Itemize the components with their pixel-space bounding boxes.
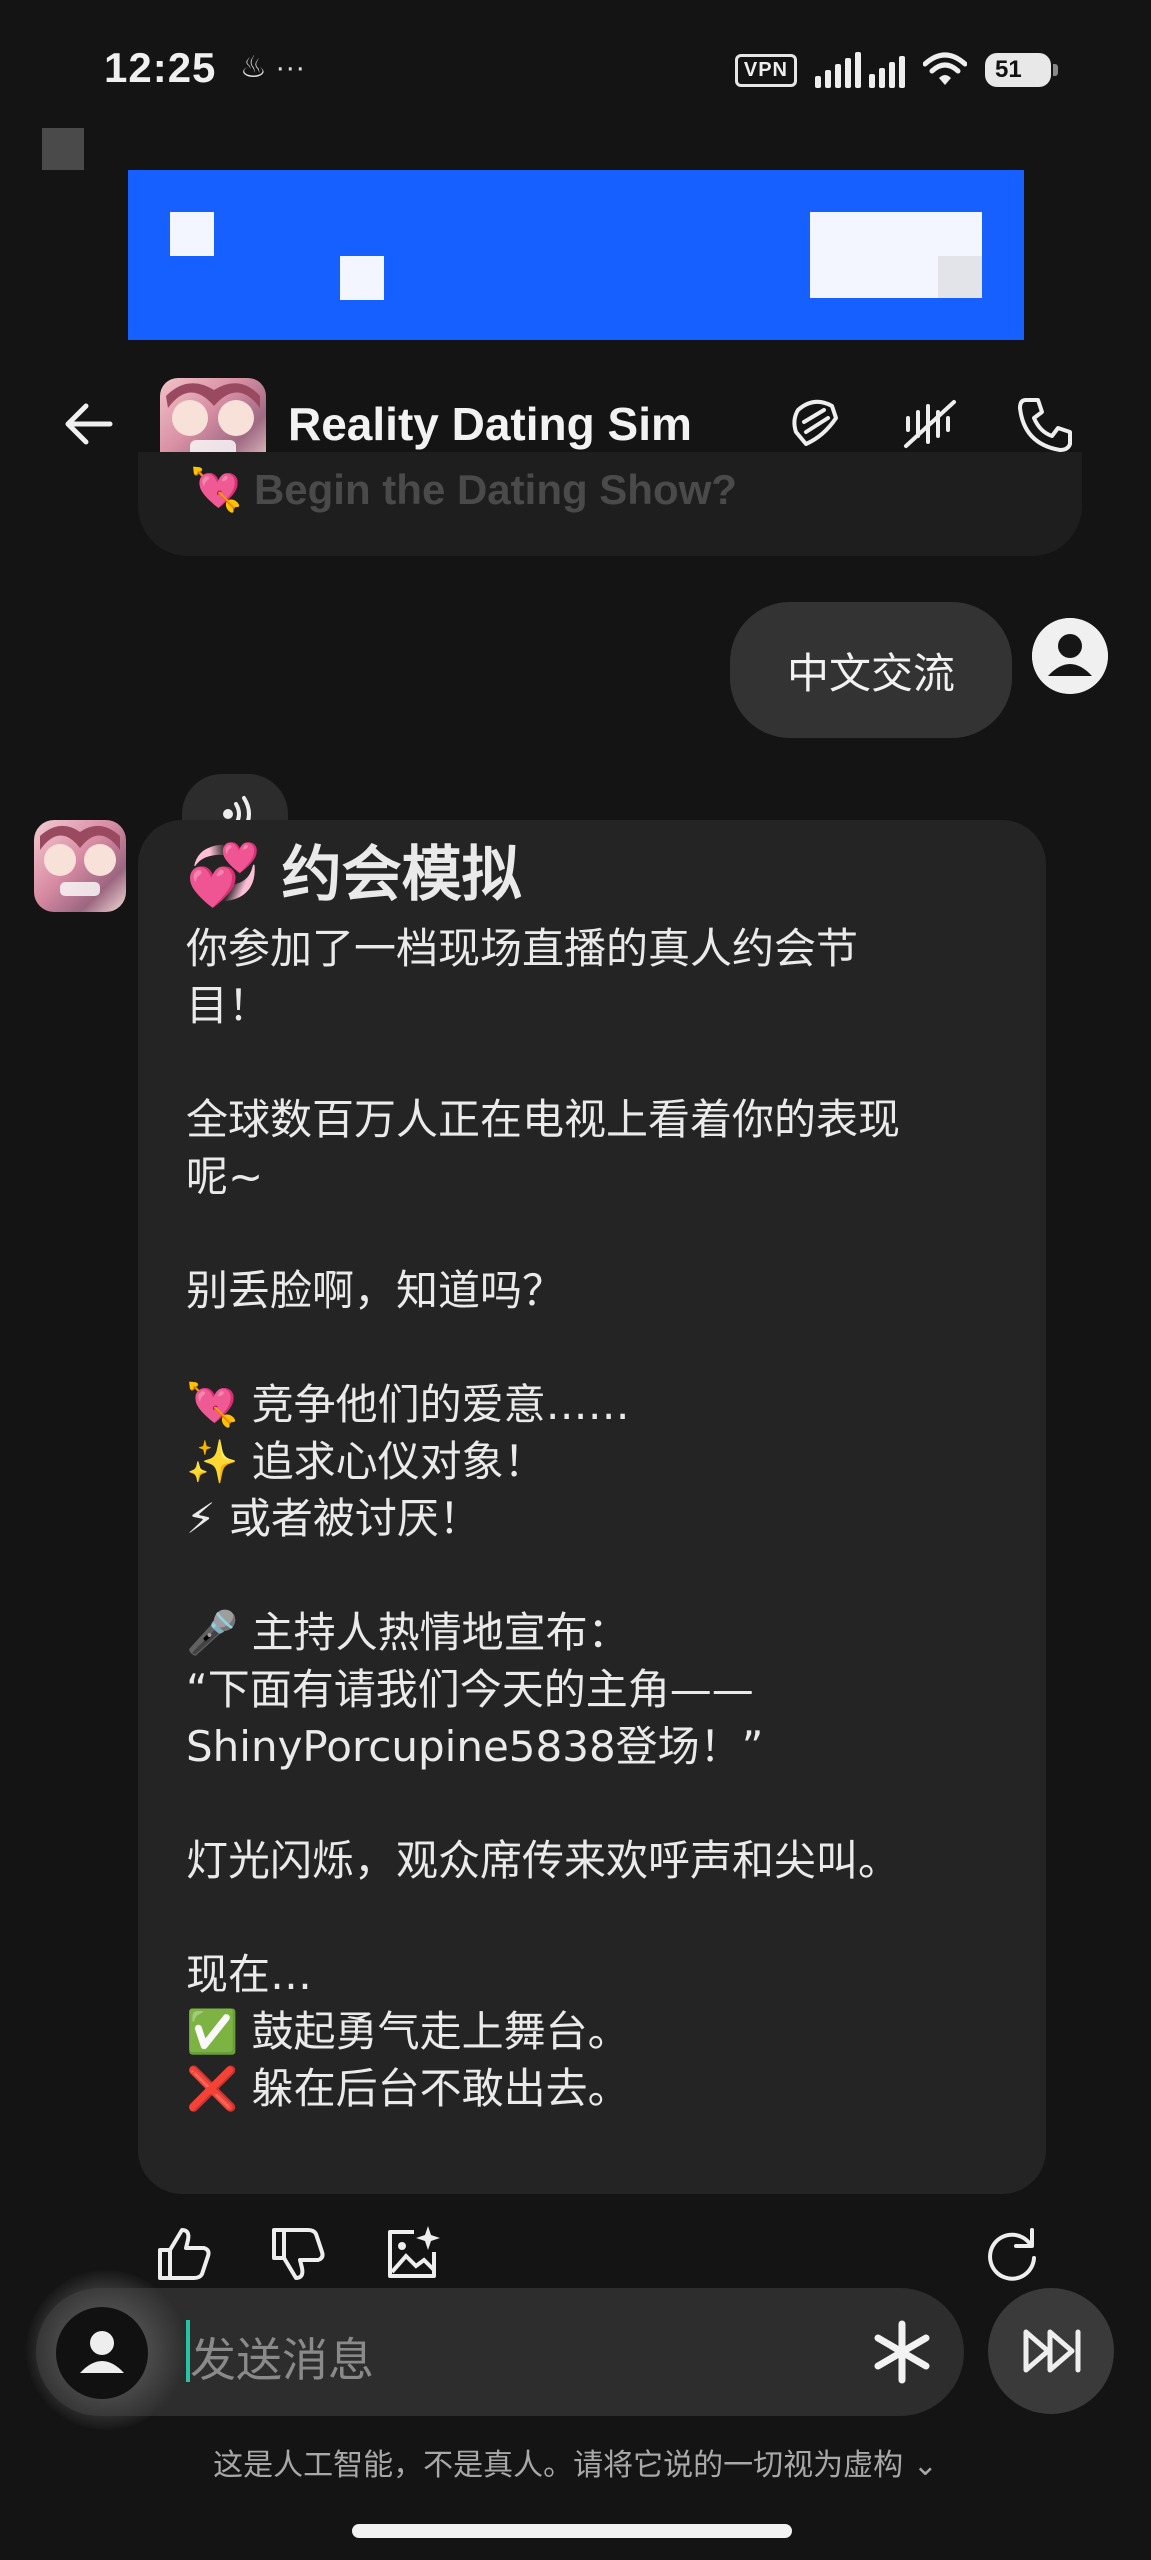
thumbs-down-icon[interactable]: [266, 2222, 330, 2286]
signal-icon: [815, 52, 905, 88]
fast-forward-button[interactable]: [988, 2288, 1114, 2414]
home-indicator[interactable]: [352, 2524, 792, 2538]
status-right-icons: VPN 51: [734, 52, 1058, 88]
message-line: ⚡ 或者被讨厌！: [186, 1494, 481, 1543]
user-avatar: [1032, 618, 1108, 694]
message-line: “下面有请我们今天的主角——: [186, 1665, 754, 1714]
message-line: [186, 1889, 1016, 1946]
message-line: [186, 1319, 1016, 1376]
arrow-left-icon[interactable]: [60, 396, 116, 452]
bot-message-text: 💞 约会模拟 你参加了一档现场直播的真人约会节 目！ 全球数百万人正在电视上看着…: [186, 836, 1016, 2117]
ad-banner[interactable]: [128, 170, 1024, 340]
message-line: 目！: [186, 981, 271, 1030]
message-line: 全球数百万人正在电视上看着你的表现: [186, 1095, 901, 1144]
thumbs-up-icon[interactable]: [152, 2222, 216, 2286]
chat-title: Reality Dating Sim: [288, 398, 692, 450]
mute-voice-icon[interactable]: [898, 392, 962, 456]
message-line: 别丢脸啊，知道吗？: [186, 1266, 565, 1315]
message-input[interactable]: 发送消息: [190, 2324, 374, 2390]
user-message-bubble: 中文交流: [730, 602, 1012, 738]
message-line: ✨ 追求心仪对象！: [186, 1437, 546, 1486]
message-line: 现在…: [186, 1950, 313, 1999]
message-line: ❌ 躲在后台不敢出去。: [186, 2064, 630, 2113]
message-line: [186, 1205, 1016, 1262]
regenerate-icon[interactable]: [980, 2222, 1044, 2286]
message-line: ShinyPorcupine5838登场！”: [186, 1722, 764, 1771]
persona-avatar-button[interactable]: [56, 2307, 148, 2399]
message-line: [186, 1775, 1016, 1832]
phone-call-icon[interactable]: [1012, 392, 1076, 456]
vpn-icon: VPN: [734, 53, 797, 87]
bot-message-title: 💞 约会模拟: [186, 840, 522, 910]
message-line: 你参加了一档现场直播的真人约会节: [186, 924, 859, 973]
message-line: ✅ 鼓起勇气走上舞台。: [186, 2007, 630, 2056]
previous-message-text: 💘 Begin the Dating Show?: [190, 466, 737, 513]
battery-icon: 51: [985, 53, 1058, 87]
message-line: 呢~: [186, 1152, 264, 1201]
bot-avatar[interactable]: [34, 820, 126, 912]
message-line: 🎤 主持人热情地宣布：: [186, 1608, 630, 1657]
message-line: 💘 竞争他们的爱意……: [186, 1380, 630, 1429]
asterisk-icon[interactable]: [870, 2320, 934, 2384]
message-line: [186, 1034, 1016, 1091]
status-time: 12:25: [104, 44, 217, 91]
message-line: 灯光闪烁，观众席传来欢呼声和尖叫。: [186, 1836, 901, 1885]
sticker-icon[interactable]: [784, 392, 848, 456]
ai-disclaimer[interactable]: 这是人工智能，不是真人。请将它说的一切视为虚构 ⌄: [0, 2440, 1151, 2484]
notification-icons: ♨ ···: [240, 51, 306, 84]
image-sparkle-icon[interactable]: [380, 2222, 444, 2286]
wifi-icon: [923, 52, 967, 85]
message-line: [186, 1547, 1016, 1604]
ad-marker: [42, 128, 84, 170]
